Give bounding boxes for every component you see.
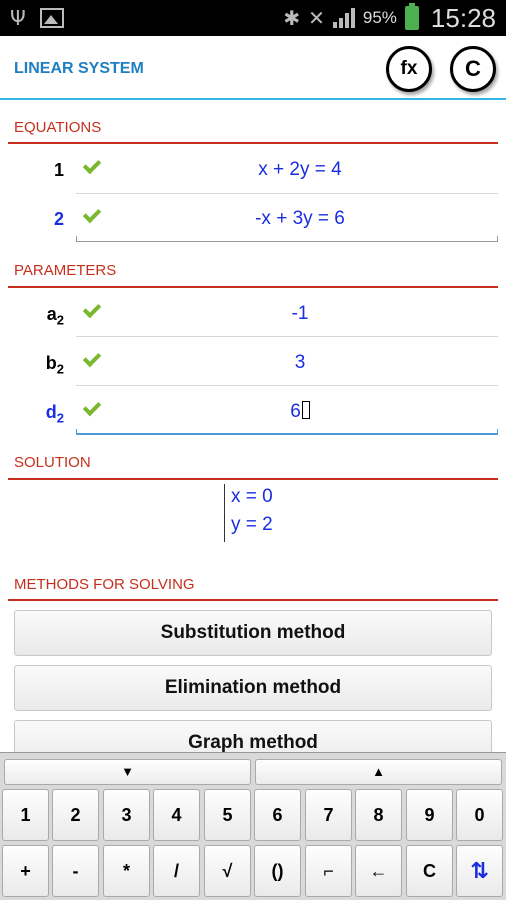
page-title: LINEAR SYSTEM [14,60,144,77]
key-5[interactable]: 5 [204,789,251,841]
app-header: LINEAR SYSTEM fx C [0,36,506,100]
key-8[interactable]: 8 [355,789,402,841]
equation-row-1[interactable]: 1 x + 2y = 4 [0,146,506,194]
image-icon [39,8,64,28]
custom-keyboard: ▼ ▲ 1 2 3 4 5 6 7 8 9 0 + - * / √ () ⌐ ←… [0,752,506,900]
key-parentheses[interactable]: () [254,845,301,897]
row-separator [76,193,498,194]
active-row-underline [76,429,498,435]
key-enter-icon[interactable]: ⌐ [305,845,352,897]
check-icon [82,299,102,319]
key-minus[interactable]: - [52,845,99,897]
key-0[interactable]: 0 [456,789,503,841]
text-cursor [301,401,310,419]
elimination-method-button[interactable]: Elimination method [14,665,492,711]
row-separator [76,385,498,386]
keyboard-up-button[interactable]: ▲ [255,759,502,785]
key-7[interactable]: 7 [305,789,352,841]
key-divide[interactable]: / [153,845,200,897]
signal-icon [332,8,355,28]
section-divider [8,286,498,288]
solution-x: x = 0 [231,486,273,507]
section-divider [8,478,498,480]
key-plus[interactable]: + [2,845,49,897]
substitution-method-button[interactable]: Substitution method [14,610,492,656]
battery-percent: 95% [362,8,397,27]
parameters-heading: PARAMETERS [14,262,117,279]
equation-value[interactable]: x + 2y = 4 [104,159,496,181]
solution-block: x = 0 y = 2 [224,484,273,542]
section-divider [8,599,498,601]
usb-icon: Ψ [10,6,26,30]
key-sqrt[interactable]: √ [204,845,251,897]
check-icon [82,348,102,368]
solution-heading: SOLUTION [14,454,91,471]
section-divider [8,142,498,144]
key-2[interactable]: 2 [52,789,99,841]
methods-heading: METHODS FOR SOLVING [14,576,195,593]
equation-index: 2 [53,209,64,229]
key-swap-icon[interactable]: ⇅ [456,845,503,897]
bluetooth-icon: ✱ [283,6,301,30]
key-multiply[interactable]: * [103,845,150,897]
key-backspace-icon[interactable]: ← [355,845,402,897]
equations-heading: EQUATIONS [14,119,102,136]
clear-button[interactable]: C [450,46,496,92]
functions-button[interactable]: fx [386,46,432,92]
key-3[interactable]: 3 [103,789,150,841]
key-6[interactable]: 6 [254,789,301,841]
keyboard-down-button[interactable]: ▼ [4,759,251,785]
check-icon [82,204,102,224]
status-bar: Ψ ✱ ✕ 95% 15:28 [0,0,506,36]
parameter-name: a2 [46,304,64,328]
parameter-value-input[interactable]: 6 [104,401,496,423]
equation-value[interactable]: -x + 3y = 6 [104,208,496,230]
clock: 15:28 [430,2,496,33]
check-icon [82,155,102,175]
equation-index: 1 [53,160,64,180]
key-1[interactable]: 1 [2,789,49,841]
parameter-row-a2[interactable]: a2 -1 [0,290,506,338]
solution-y: y = 2 [231,514,273,535]
parameter-row-b2[interactable]: b2 3 [0,339,506,387]
battery-icon [404,3,419,30]
key-4[interactable]: 4 [153,789,200,841]
row-separator [76,336,498,337]
key-9[interactable]: 9 [406,789,453,841]
row-underline [76,236,498,242]
parameter-name: b2 [45,353,64,377]
mute-icon: ✕ [308,6,325,30]
check-icon [82,397,102,417]
parameter-value[interactable]: 3 [104,352,496,374]
parameter-value[interactable]: -1 [104,303,496,325]
key-clear[interactable]: C [406,845,453,897]
parameter-name: d2 [45,402,64,426]
